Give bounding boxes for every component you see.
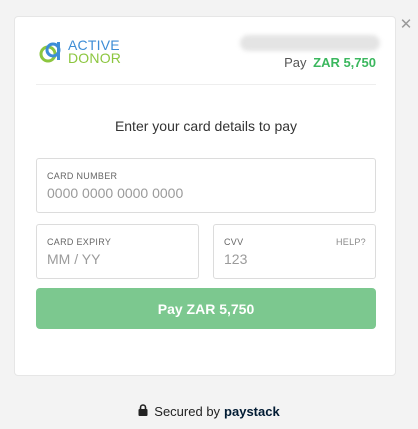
paystack-brand[interactable]: paystack (224, 404, 280, 419)
pay-amount-line: Pay ZAR 5,750 (284, 55, 376, 70)
instruction-text: Enter your card details to pay (114, 118, 298, 134)
pay-button[interactable]: Pay ZAR 5,750 (36, 288, 376, 329)
close-icon[interactable]: ✕ (399, 17, 413, 32)
customer-email-redacted (240, 35, 380, 51)
cvv-input[interactable] (224, 251, 364, 267)
pay-amount: ZAR 5,750 (313, 55, 376, 70)
card-expiry-label: CARD EXPIRY (47, 237, 112, 247)
logo-line2: DONOR (68, 50, 122, 66)
payment-card: ACTIVE DONOR Pay ZAR 5,750 Enter your ca… (14, 16, 396, 376)
cvv-label: CVV (224, 237, 244, 247)
pay-prefix: Pay (284, 55, 307, 70)
secured-text: Secured by (154, 403, 221, 419)
lock-icon (138, 403, 148, 419)
cvv-field[interactable]: CVV HELP? (213, 224, 376, 279)
card-expiry-input[interactable] (47, 251, 187, 267)
secured-by-footer: Secured by paystack (0, 402, 418, 420)
payment-header: ACTIVE DONOR Pay ZAR 5,750 (36, 17, 380, 85)
merchant-logo: ACTIVE DONOR (38, 38, 122, 66)
card-number-label: CARD NUMBER (47, 171, 118, 181)
card-number-field[interactable]: CARD NUMBER (36, 158, 376, 213)
logo-text: ACTIVE DONOR (68, 38, 122, 66)
cvv-help-link[interactable]: HELP? (336, 237, 366, 247)
active-donor-logo-icon (39, 42, 61, 63)
card-number-input[interactable] (47, 185, 347, 201)
card-expiry-field[interactable]: CARD EXPIRY (36, 224, 199, 279)
